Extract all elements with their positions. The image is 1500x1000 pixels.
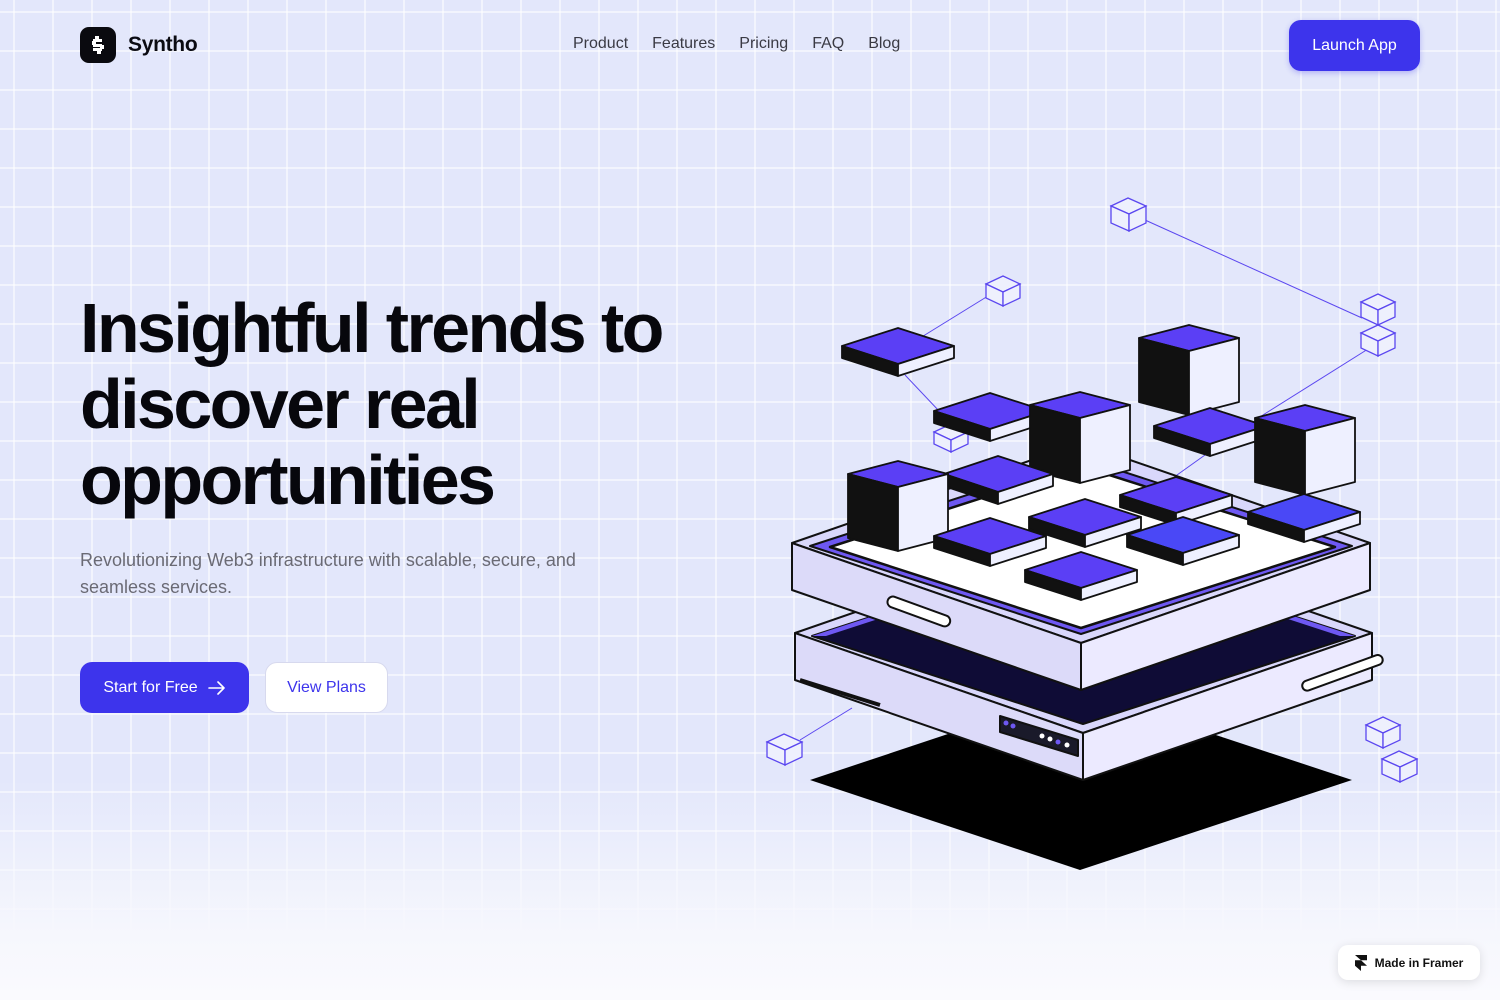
headline-line-1: Insightful trends to	[80, 289, 664, 367]
view-plans-button[interactable]: View Plans	[265, 662, 388, 713]
start-for-free-label: Start for Free	[103, 678, 198, 696]
start-for-free-button[interactable]: Start for Free	[80, 662, 249, 713]
made-in-framer-badge[interactable]: Made in Framer	[1338, 945, 1480, 980]
launch-app-button[interactable]: Launch App	[1289, 20, 1420, 71]
nav-item-pricing[interactable]: Pricing	[739, 35, 788, 53]
brand-logo[interactable]: Syntho	[80, 27, 198, 63]
made-in-framer-label: Made in Framer	[1374, 955, 1464, 970]
nav-item-faq[interactable]: FAQ	[812, 35, 844, 53]
hero-subtext: Revolutionizing Web3 infrastructure with…	[80, 550, 576, 597]
logo-mark-icon	[80, 27, 116, 63]
server-stack-illustration	[765, 197, 1419, 870]
main-nav: Product Features Pricing FAQ Blog	[573, 35, 900, 53]
nav-item-product[interactable]: Product	[573, 35, 628, 53]
framer-logo-icon	[1354, 954, 1367, 971]
brand-name: Syntho	[128, 33, 198, 56]
nav-item-blog[interactable]: Blog	[868, 35, 900, 53]
headline-line-2: discover real	[80, 365, 481, 443]
nav-item-features[interactable]: Features	[652, 35, 715, 53]
hero-headline: Insightful trends to discover real oppor…	[80, 290, 740, 518]
arrow-right-icon	[207, 680, 225, 695]
headline-line-3: opportunities	[80, 441, 496, 519]
